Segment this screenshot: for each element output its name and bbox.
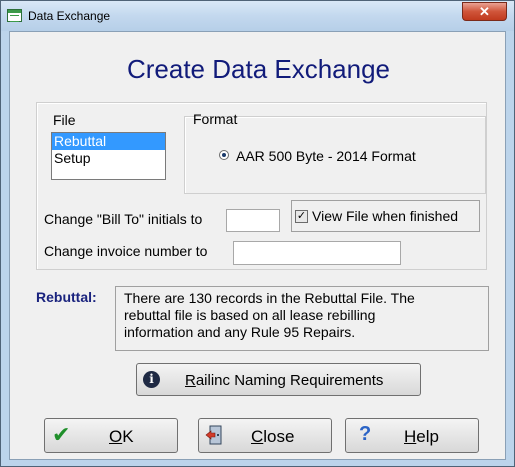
- railinc-mnemonic: R: [185, 372, 196, 389]
- close-label: Close: [251, 427, 294, 447]
- invoice-number-label: Change invoice number to: [44, 243, 208, 259]
- dialog-body: Create Data Exchange File Rebuttal Setup…: [9, 31, 506, 460]
- format-radio[interactable]: [219, 150, 229, 160]
- app-icon: [7, 9, 22, 22]
- rebuttal-info-line-3: information and any Rule 95 Repairs.: [124, 324, 356, 340]
- bill-to-initials-input[interactable]: [226, 209, 280, 232]
- invoice-number-input[interactable]: [233, 241, 401, 265]
- railinc-naming-requirements-button[interactable]: i Railinc Naming Requirements: [136, 363, 421, 396]
- ok-label-rest: K: [122, 427, 134, 446]
- view-file-label[interactable]: View File when finished: [312, 208, 458, 224]
- close-button[interactable]: Close: [198, 418, 332, 453]
- rebuttal-info-line-2: rebuttal file is based on all lease rebi…: [124, 307, 376, 323]
- data-exchange-window: Data Exchange ✕ Create Data Exchange Fil…: [0, 0, 515, 467]
- ok-mnemonic: O: [109, 427, 123, 446]
- page-title: Create Data Exchange: [126, 54, 391, 84]
- file-listbox[interactable]: Rebuttal Setup: [51, 132, 166, 180]
- file-option-rebuttal[interactable]: Rebuttal: [52, 133, 165, 150]
- rebuttal-label: Rebuttal:: [36, 289, 97, 305]
- ok-label: OK: [109, 427, 134, 447]
- format-label: Format: [193, 111, 238, 127]
- rebuttal-info-box: There are 130 records in the Rebuttal Fi…: [115, 286, 489, 351]
- close-mnemonic: C: [251, 427, 264, 446]
- file-option-setup[interactable]: Setup: [52, 150, 165, 167]
- help-label: Help: [404, 427, 439, 447]
- help-icon: ?: [359, 423, 372, 445]
- view-file-checkbox-group[interactable]: ✓ View File when finished: [291, 200, 480, 232]
- check-icon: ✔: [52, 422, 71, 447]
- window-close-button[interactable]: ✕: [462, 2, 507, 21]
- help-button[interactable]: ? Help: [345, 418, 479, 453]
- rebuttal-info-line-1: There are 130 records in the Rebuttal Fi…: [124, 290, 415, 306]
- window-title: Data Exchange: [28, 9, 111, 23]
- bill-to-label: Change "Bill To" initials to: [44, 211, 203, 227]
- help-mnemonic: H: [404, 427, 417, 446]
- close-door-icon: [205, 425, 222, 445]
- file-label: File: [53, 112, 76, 128]
- info-icon: i: [143, 371, 160, 388]
- title-bar[interactable]: Data Exchange ✕: [1, 1, 514, 31]
- ok-button[interactable]: ✔ OK: [44, 418, 178, 453]
- railinc-label-rest: ailinc Naming Requirements: [195, 372, 384, 389]
- format-option-label[interactable]: AAR 500 Byte - 2014 Format: [236, 148, 416, 164]
- help-label-rest: elp: [416, 427, 439, 446]
- railinc-naming-requirements-label: Railinc Naming Requirements: [185, 372, 383, 389]
- view-file-checkbox[interactable]: ✓: [295, 210, 308, 223]
- close-label-rest: lose: [263, 427, 295, 446]
